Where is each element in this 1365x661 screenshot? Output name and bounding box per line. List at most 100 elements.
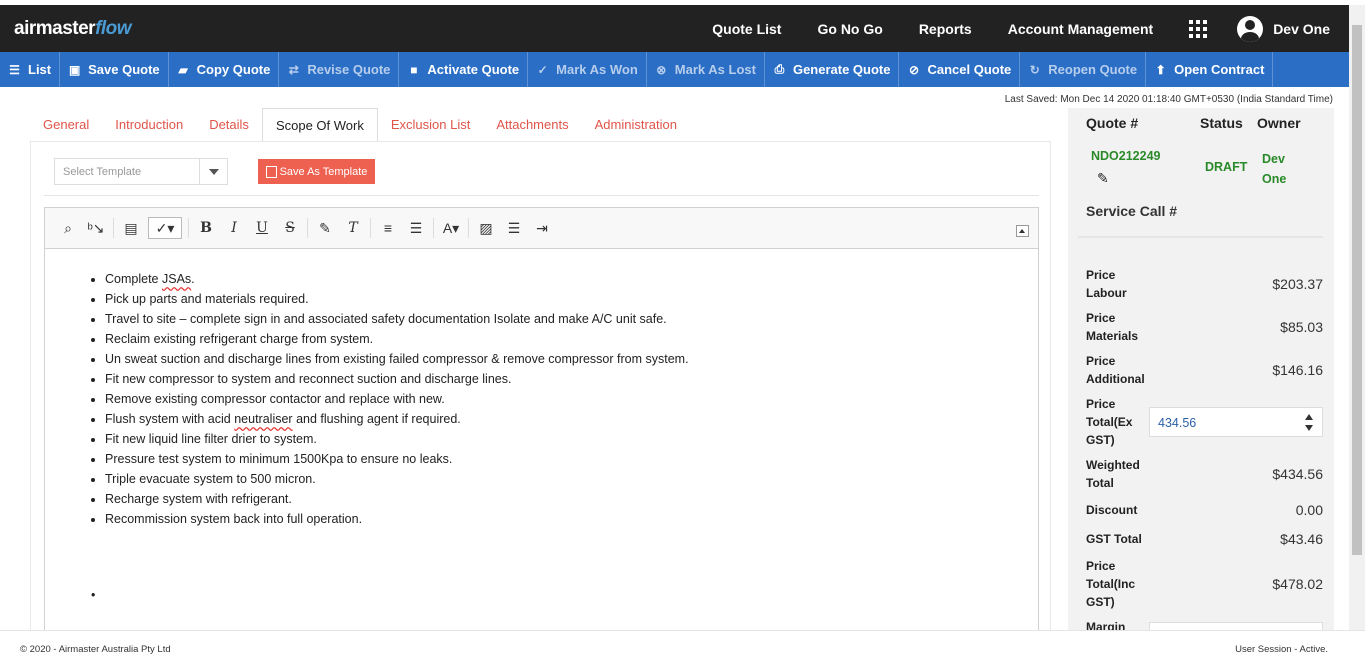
quote-action-toolbar: ☰ List ▣ Save Quote ▰ Copy Quote ⇄ Revise Qu… <box>0 52 1349 87</box>
image-icon[interactable]: ▨ <box>475 217 497 239</box>
chevron-down-icon[interactable] <box>199 159 227 184</box>
mark-as-lost-button[interactable]: ⊗ Mark As Lost <box>647 52 765 87</box>
italic-icon[interactable]: I <box>223 217 245 239</box>
activate-quote-button[interactable]: ■ Activate Quote <box>399 52 529 87</box>
select-template-dropdown[interactable]: Select Template <box>54 158 228 185</box>
margin-label: Margin <box>1086 620 1126 630</box>
nav-quote-list[interactable]: Quote List <box>712 21 781 37</box>
tab-general[interactable]: General <box>30 108 102 142</box>
spin-up-icon[interactable] <box>1305 414 1313 420</box>
numbered-list-icon[interactable]: ≡ <box>377 217 399 239</box>
price-labour-value: $203.37 <box>1272 276 1323 292</box>
list-button[interactable]: ☰ List <box>0 52 61 87</box>
tab-attachments[interactable]: Attachments <box>483 108 581 142</box>
open-contract-label: Open Contract <box>1174 62 1265 77</box>
quote-number-label: Quote # <box>1086 115 1139 131</box>
footer: © 2020 - Airmaster Australia Pty Ltd Use… <box>0 630 1365 661</box>
copy-quote-label: Copy Quote <box>196 62 271 77</box>
revise-quote-label: Revise Quote <box>307 62 391 77</box>
list-icon: ☰ <box>9 62 20 77</box>
scope-list: Complete JSAs. Pick up parts and materia… <box>105 269 1038 529</box>
tab-scope-of-work[interactable]: Scope Of Work <box>261 108 378 142</box>
scope-item: Remove existing compressor contactor and… <box>105 389 1038 409</box>
remove-format-icon[interactable]: T <box>342 217 364 239</box>
price-additional-label: Price Additional <box>1086 354 1145 386</box>
collapse-toolbar-icon[interactable] <box>1016 225 1029 237</box>
generate-quote-button[interactable]: ⎙ Generate Quote <box>765 52 900 87</box>
refresh-icon: ↻ <box>1029 62 1040 77</box>
text-color-icon[interactable]: A▾ <box>440 217 462 239</box>
revise-quote-button[interactable]: ⇄ Revise Quote <box>279 52 400 87</box>
scrollbar-thumb[interactable] <box>1352 25 1362 555</box>
footer-copyright: © 2020 - Airmaster Australia Pty Ltd <box>20 644 171 655</box>
replace-icon[interactable]: ᵇ↘ <box>85 217 107 239</box>
editor-content[interactable]: Complete JSAs. Pick up parts and materia… <box>45 249 1038 602</box>
price-total-ex-input[interactable]: 434.56 <box>1149 407 1323 437</box>
underline-icon[interactable]: U <box>251 217 273 239</box>
tab-details[interactable]: Details <box>196 108 262 142</box>
toolbar-separator <box>188 218 189 238</box>
rich-text-editor: ⌕ ᵇ↘ ▤ ✓▾ B I U S ✎ T ≡ ☰ A▾ ▨ ☰ ⇥ Compl… <box>44 207 1039 630</box>
tab-administration[interactable]: Administration <box>582 108 690 142</box>
user-avatar-icon <box>1237 15 1264 42</box>
strikethrough-icon[interactable]: S <box>279 217 301 239</box>
folder-open-icon: ▰ <box>178 62 188 77</box>
apps-grid-icon[interactable] <box>1189 19 1208 38</box>
reopen-quote-button[interactable]: ↻ Reopen Quote <box>1020 52 1147 87</box>
save-icon: ▣ <box>68 62 81 77</box>
page-scrollbar[interactable] <box>1349 5 1365 630</box>
copy-formatting-icon[interactable]: ✎ <box>314 217 336 239</box>
print-icon: ⎙ <box>774 62 785 76</box>
scope-item: Flush system with acid neutraliser and f… <box>105 409 1038 429</box>
misspelled-word[interactable]: neutraliser <box>234 412 292 426</box>
scope-item: Reclaim existing refrigerant charge from… <box>105 329 1038 349</box>
save-quote-button[interactable]: ▣ Save Quote <box>60 52 169 87</box>
save-as-template-label: Save As Template <box>279 165 368 178</box>
price-materials-label: Price Materials <box>1086 311 1139 343</box>
find-icon[interactable]: ⌕ <box>57 217 79 239</box>
scope-item: Recharge system with refrigerant. <box>105 489 1038 509</box>
generate-quote-label: Generate Quote <box>792 62 891 77</box>
bold-icon[interactable]: B <box>195 217 217 239</box>
scope-item: Pick up parts and materials required. <box>105 289 1038 309</box>
mark-as-lost-label: Mark As Lost <box>674 62 756 77</box>
discount-label: Discount <box>1086 503 1138 517</box>
weighted-total-label: Weighted Total <box>1086 458 1140 490</box>
discount-value: 0.00 <box>1295 502 1323 518</box>
misspelled-word[interactable]: JSAs <box>162 272 191 286</box>
tab-exclusion-list[interactable]: Exclusion List <box>378 108 483 142</box>
nav-go-no-go[interactable]: Go No Go <box>817 21 882 37</box>
price-total-inc-label: Price Total(Inc GST) <box>1086 559 1136 609</box>
bulleted-list-icon[interactable]: ☰ <box>405 217 427 239</box>
top-navbar: airmasterflow Quote List Go No Go Report… <box>0 5 1349 52</box>
open-contract-button[interactable]: ⬆ Open Contract <box>1146 52 1274 87</box>
tab-introduction[interactable]: Introduction <box>102 108 196 142</box>
indent-icon[interactable]: ⇥ <box>531 217 553 239</box>
cancel-quote-button[interactable]: ⊘ Cancel Quote <box>899 52 1021 87</box>
mark-as-won-button[interactable]: ✓ Mark As Won <box>528 52 647 87</box>
save-as-template-button[interactable]: Save As Template <box>258 159 375 184</box>
horizontal-line-icon[interactable]: ☰ <box>503 217 525 239</box>
select-template-placeholder: Select Template <box>63 166 142 178</box>
nav-reports[interactable]: Reports <box>919 21 972 37</box>
nav-account-management[interactable]: Account Management <box>1008 21 1153 37</box>
brand-logo[interactable]: airmasterflow <box>14 18 132 40</box>
list-button-label: List <box>28 62 52 77</box>
number-stepper[interactable] <box>1296 408 1322 436</box>
price-materials-value: $85.03 <box>1280 319 1323 335</box>
user-name: Dev One <box>1273 20 1330 37</box>
toolbar-separator <box>113 218 114 238</box>
reopen-quote-label: Reopen Quote <box>1048 62 1138 77</box>
toolbar-separator <box>370 218 371 238</box>
quote-tabs: General Introduction Details Scope Of Wo… <box>30 108 690 142</box>
copy-quote-button[interactable]: ▰ Copy Quote <box>169 52 280 87</box>
user-menu[interactable]: Dev One <box>1237 15 1330 42</box>
gst-total-value: $43.46 <box>1280 531 1323 547</box>
spellcheck-icon[interactable]: ✓▾ <box>148 217 182 239</box>
times-circle-icon: ⊗ <box>656 62 667 77</box>
scope-item: Triple evacuate system to 500 micron. <box>105 469 1038 489</box>
select-all-icon[interactable]: ▤ <box>120 217 142 239</box>
pencil-icon[interactable]: ✎ <box>1097 170 1113 186</box>
last-saved-text: Last Saved: Mon Dec 14 2020 01:18:40 GMT… <box>1004 94 1333 105</box>
spin-down-icon[interactable] <box>1305 425 1313 431</box>
